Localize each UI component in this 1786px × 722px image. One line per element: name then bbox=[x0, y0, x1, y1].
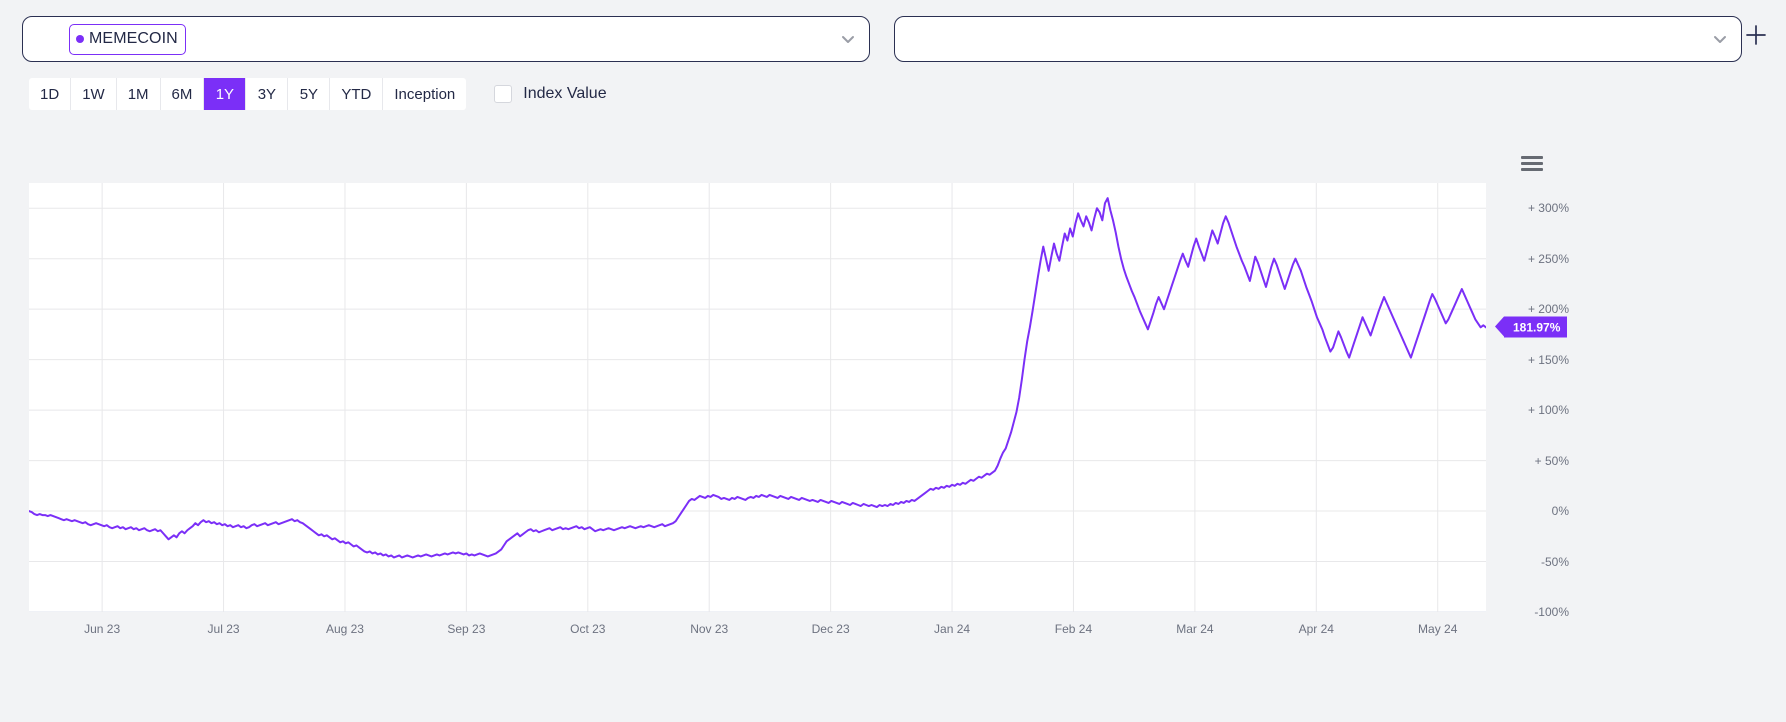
range-controls: 1D 1W 1M 6M 1Y 3Y 5Y YTD Inception Index Value bbox=[29, 78, 607, 110]
range-button-1w[interactable]: 1W bbox=[71, 78, 117, 110]
x-axis-tick: Apr 24 bbox=[1298, 622, 1334, 636]
y-axis-tick: + 50% bbox=[1534, 453, 1569, 468]
x-axis-tick: Nov 23 bbox=[690, 622, 729, 636]
y-axis-tick: + 150% bbox=[1527, 352, 1569, 367]
index-value-toggle[interactable]: Index Value bbox=[494, 85, 607, 103]
chevron-down-icon[interactable] bbox=[841, 32, 855, 46]
x-axis-tick: Dec 23 bbox=[811, 622, 850, 636]
selected-asset-chip[interactable]: MEMECOIN bbox=[69, 23, 186, 55]
selector-row: MEMECOIN bbox=[22, 16, 1764, 62]
y-axis-tick: -100% bbox=[1534, 605, 1569, 619]
hamburger-menu-icon[interactable] bbox=[1521, 152, 1545, 174]
x-axis-tick: Jan 24 bbox=[934, 622, 971, 636]
y-axis-tick: -50% bbox=[1540, 554, 1569, 569]
x-axis-tick: Jun 23 bbox=[84, 622, 121, 636]
chevron-down-icon[interactable] bbox=[1713, 32, 1727, 46]
index-value-checkbox[interactable] bbox=[494, 85, 513, 103]
chart-plot-area[interactable] bbox=[29, 183, 1486, 612]
x-axis-tick: Oct 23 bbox=[570, 622, 606, 636]
range-button-ytd[interactable]: YTD bbox=[330, 78, 384, 110]
range-button-3y[interactable]: 3Y bbox=[246, 78, 289, 110]
y-axis-tick: + 200% bbox=[1527, 302, 1569, 317]
x-axis-tick: Sep 23 bbox=[447, 622, 486, 636]
asset-select[interactable]: MEMECOIN bbox=[22, 16, 870, 62]
chart-svg bbox=[29, 183, 1486, 612]
asset-color-dot bbox=[76, 35, 84, 43]
range-button-1d[interactable]: 1D bbox=[29, 78, 72, 110]
x-axis-tick: Mar 24 bbox=[1176, 622, 1214, 636]
x-axis-tick: Aug 23 bbox=[325, 622, 364, 636]
range-button-inception[interactable]: Inception bbox=[383, 78, 467, 110]
y-axis: + 300% + 250% + 200% + 150% + 100% + 50% 0% -50… bbox=[1494, 183, 1575, 619]
chart-container: + 300% + 250% + 200% + 150% + 100% + 50% 0% -50… bbox=[0, 183, 1786, 722]
x-axis-tick: May 24 bbox=[1418, 622, 1458, 636]
x-axis: Jun 23 Jul 23 Aug 23 Sep 23 Oct 23 Nov 23 Dec … bbox=[29, 612, 1486, 652]
range-button-5y[interactable]: 5Y bbox=[288, 78, 331, 110]
range-button-group: 1D 1W 1M 6M 1Y 3Y 5Y YTD Inception bbox=[29, 78, 467, 110]
x-axis-tick: Feb 24 bbox=[1054, 622, 1093, 636]
performance-chart-page: MEMECOIN 1D 1W 1M 6M 1Y 3Y 5Y YTD Inception bbox=[0, 0, 1786, 722]
current-value-badge: 181.97% bbox=[1494, 316, 1568, 338]
x-axis-tick: Jul 23 bbox=[207, 622, 240, 636]
y-axis-tick: 0% bbox=[1551, 504, 1569, 519]
plus-icon[interactable] bbox=[1745, 24, 1767, 46]
y-axis-tick: + 300% bbox=[1527, 201, 1569, 216]
asset-chip-label: MEMECOIN bbox=[89, 30, 178, 47]
comparison-select[interactable] bbox=[894, 16, 1742, 62]
chart-line-memecoin bbox=[29, 197, 1486, 559]
range-button-1m[interactable]: 1M bbox=[116, 78, 161, 110]
range-button-6m[interactable]: 6M bbox=[160, 78, 205, 110]
y-axis-tick: + 250% bbox=[1527, 251, 1569, 266]
range-button-1y[interactable]: 1Y bbox=[204, 78, 247, 110]
y-axis-tick: + 100% bbox=[1527, 403, 1569, 418]
index-value-label: Index Value bbox=[523, 85, 607, 102]
